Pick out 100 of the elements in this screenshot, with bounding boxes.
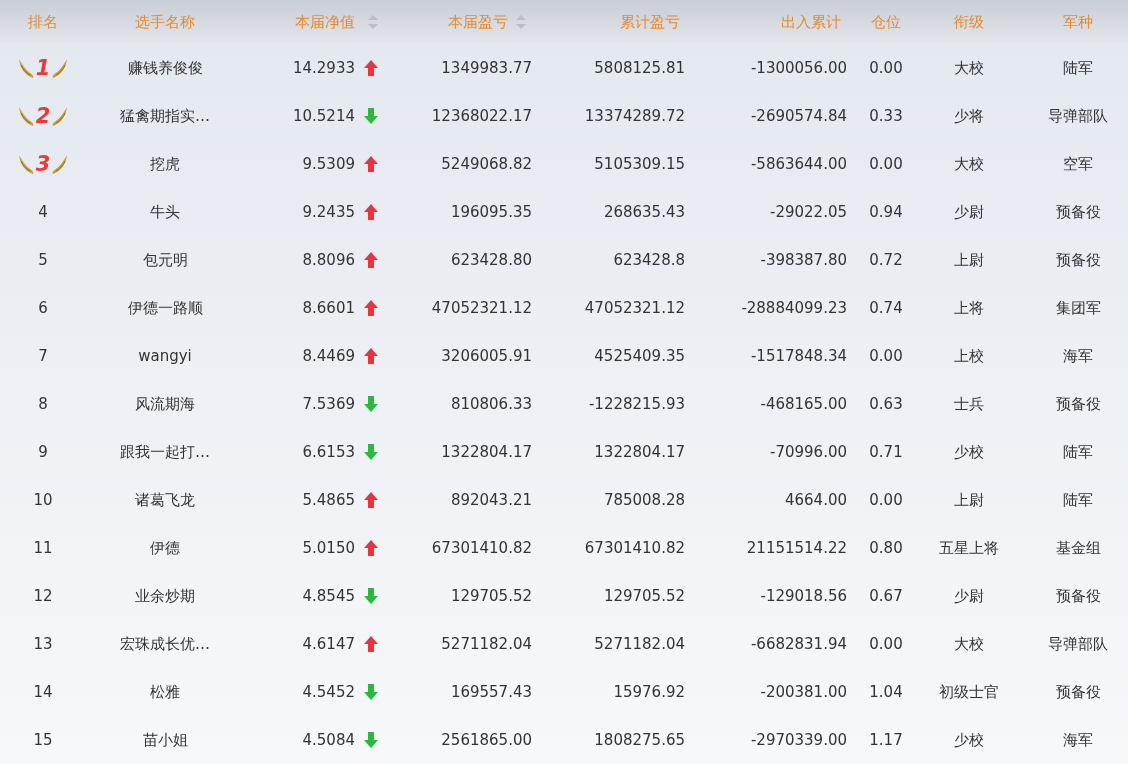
branch: 导弹部队 bbox=[1048, 634, 1108, 654]
profit: 892043.21 bbox=[450, 491, 532, 509]
net-flow: -28884099.23 bbox=[741, 299, 847, 317]
position-ratio: 0.72 bbox=[869, 251, 903, 269]
column-header[interactable]: 本届盈亏 bbox=[448, 12, 508, 32]
rank-number: 1 bbox=[35, 57, 51, 79]
net-flow: -2690574.84 bbox=[750, 107, 847, 125]
net-flow: -6682831.94 bbox=[750, 635, 847, 653]
branch: 陆军 bbox=[1063, 58, 1093, 78]
total-profit: 47052321.12 bbox=[584, 299, 685, 317]
rank-number: 14 bbox=[33, 683, 53, 701]
player-name: 业余炒期 bbox=[135, 586, 195, 606]
sort-icon[interactable] bbox=[516, 15, 526, 29]
rank-grade: 上将 bbox=[954, 298, 984, 318]
net-value: 4.6147 bbox=[302, 635, 355, 653]
position-ratio: 0.33 bbox=[869, 107, 903, 125]
branch: 海军 bbox=[1063, 730, 1093, 750]
total-profit: 15976.92 bbox=[613, 683, 685, 701]
rank-number: 8 bbox=[38, 395, 48, 413]
column-header: 仓位 bbox=[871, 12, 901, 32]
branch: 预备役 bbox=[1055, 586, 1101, 606]
total-profit: 1322804.17 bbox=[594, 443, 685, 461]
profit: 810806.33 bbox=[450, 395, 532, 413]
rank-grade: 少校 bbox=[954, 730, 984, 750]
profit: 67301410.82 bbox=[431, 539, 532, 557]
position-ratio: 0.80 bbox=[869, 539, 903, 557]
net-value: 6.6153 bbox=[302, 443, 355, 461]
total-profit: 5271182.04 bbox=[594, 635, 685, 653]
rank-grade: 上校 bbox=[954, 346, 984, 366]
branch: 导弹部队 bbox=[1048, 106, 1108, 126]
column-header: 排名 bbox=[28, 12, 58, 32]
rank-grade: 少尉 bbox=[954, 586, 984, 606]
net-value: 8.8096 bbox=[302, 251, 355, 269]
player-name: 伊德 bbox=[150, 538, 180, 558]
profit: 12368022.17 bbox=[431, 107, 532, 125]
player-name: 挖虎 bbox=[150, 154, 180, 174]
total-profit: 5808125.81 bbox=[594, 59, 685, 77]
total-profit: 5105309.15 bbox=[594, 155, 685, 173]
net-flow: -129018.56 bbox=[760, 587, 847, 605]
net-value: 4.5084 bbox=[302, 731, 355, 749]
profit: 169557.43 bbox=[450, 683, 532, 701]
net-value: 7.5369 bbox=[302, 395, 355, 413]
total-profit: 13374289.72 bbox=[584, 107, 685, 125]
branch: 集团军 bbox=[1055, 298, 1101, 318]
player-name: 伊德一路顺 bbox=[127, 298, 203, 318]
net-value: 4.5452 bbox=[302, 683, 355, 701]
rank-number: 7 bbox=[38, 347, 48, 365]
rank-grade: 初级士官 bbox=[939, 682, 999, 702]
total-profit: 67301410.82 bbox=[584, 539, 685, 557]
player-name: 猛禽期指实… bbox=[120, 106, 210, 126]
position-ratio: 0.94 bbox=[869, 203, 903, 221]
position-ratio: 0.00 bbox=[869, 635, 903, 653]
profit: 129705.52 bbox=[450, 587, 532, 605]
profit: 47052321.12 bbox=[431, 299, 532, 317]
player-name: 诸葛飞龙 bbox=[135, 490, 195, 510]
total-profit: 1808275.65 bbox=[594, 731, 685, 749]
net-value: 8.6601 bbox=[302, 299, 355, 317]
sort-icon[interactable] bbox=[368, 15, 378, 29]
net-value: 5.4865 bbox=[302, 491, 355, 509]
rank-grade: 上尉 bbox=[954, 250, 984, 270]
profit: 1322804.17 bbox=[441, 443, 532, 461]
rank-number: 2 bbox=[35, 105, 51, 127]
net-flow: -29022.05 bbox=[770, 203, 847, 221]
profit: 196095.35 bbox=[450, 203, 532, 221]
net-value: 10.5214 bbox=[292, 107, 355, 125]
position-ratio: 0.00 bbox=[869, 155, 903, 173]
position-ratio: 1.17 bbox=[869, 731, 903, 749]
branch: 陆军 bbox=[1063, 490, 1093, 510]
profit: 5249068.82 bbox=[441, 155, 532, 173]
rank-grade: 大校 bbox=[954, 58, 984, 78]
net-value: 4.8545 bbox=[302, 587, 355, 605]
rank-grade: 大校 bbox=[954, 634, 984, 654]
branch: 预备役 bbox=[1055, 250, 1101, 270]
column-header[interactable]: 本届净值 bbox=[295, 12, 355, 32]
column-header: 衔级 bbox=[954, 12, 984, 32]
net-flow: -1517848.34 bbox=[750, 347, 847, 365]
player-name: 宏珠成长优… bbox=[120, 634, 210, 654]
position-ratio: 0.00 bbox=[869, 59, 903, 77]
rank-grade: 少将 bbox=[954, 106, 984, 126]
total-profit: 785008.28 bbox=[603, 491, 685, 509]
rank-number: 11 bbox=[33, 539, 53, 557]
rank-number: 10 bbox=[33, 491, 53, 509]
rank-number: 3 bbox=[35, 153, 51, 175]
total-profit: 4525409.35 bbox=[594, 347, 685, 365]
net-flow: -200381.00 bbox=[760, 683, 847, 701]
rank-number: 15 bbox=[33, 731, 53, 749]
net-value: 9.2435 bbox=[302, 203, 355, 221]
total-profit: 623428.8 bbox=[613, 251, 685, 269]
player-name: wangyi bbox=[138, 347, 192, 365]
net-flow: -2970339.00 bbox=[750, 731, 847, 749]
rank-grade: 少校 bbox=[954, 442, 984, 462]
player-name: 跟我一起打… bbox=[120, 442, 210, 462]
column-header: 出入累计 bbox=[781, 12, 841, 32]
branch: 基金组 bbox=[1055, 538, 1101, 558]
profit: 1349983.77 bbox=[441, 59, 532, 77]
total-profit: -1228215.93 bbox=[588, 395, 685, 413]
position-ratio: 0.00 bbox=[869, 347, 903, 365]
rank-number: 4 bbox=[38, 203, 48, 221]
branch: 预备役 bbox=[1055, 682, 1101, 702]
branch: 陆军 bbox=[1063, 442, 1093, 462]
